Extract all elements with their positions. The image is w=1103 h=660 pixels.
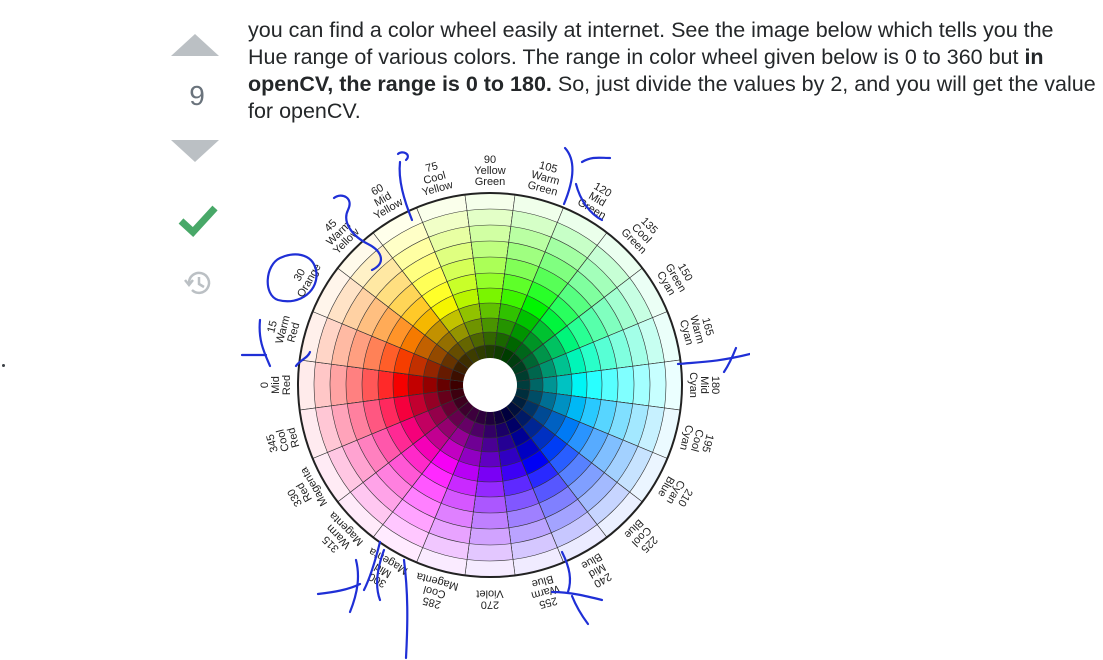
wheel-label-180: 180MidCyan xyxy=(687,372,721,398)
answer-text-part1: you can find a color wheel easily at int… xyxy=(248,18,1054,69)
downvote-arrow-icon[interactable] xyxy=(171,140,219,162)
wheel-label-195: 195CoolCyan xyxy=(677,424,716,454)
wheel-label-240: 240MidBlue xyxy=(579,550,613,590)
annotation-mark-150 xyxy=(676,346,750,374)
wheel-label-165: 165WarmCyan xyxy=(677,314,716,346)
color-wheel-image: 0 Mid Red15WarmRed30Orange45WarmYellow60Mi… xyxy=(240,146,750,660)
wheel-label-90: 90YellowGreen xyxy=(474,154,505,188)
wheel-label-285: 285CoolMagenta xyxy=(414,570,459,611)
wheel-label-0: 0 Mid Red xyxy=(259,375,293,395)
answer-body: you can find a color wheel easily at int… xyxy=(248,17,1098,125)
history-icon[interactable] xyxy=(183,268,213,298)
wheel-label-225: 225CoolBlue xyxy=(621,516,659,554)
wheel-label-name: Cyan xyxy=(687,372,699,398)
wheel-label-105: 105WarmGreen xyxy=(526,159,561,198)
accepted-checkmark-icon xyxy=(178,205,218,237)
stray-dot xyxy=(2,364,5,367)
wheel-label-75: 75CoolYellow xyxy=(421,160,454,198)
wheel-label-270: 270Violet xyxy=(476,588,503,611)
wheel-label-345: 345CoolRed xyxy=(264,426,302,453)
wheel-label-name: Violet xyxy=(476,588,503,600)
vote-count: 9 xyxy=(189,80,205,111)
wheel-label-15: 15WarmRed xyxy=(265,314,302,345)
wheel-label-name: Red xyxy=(281,375,293,395)
wheel-label-name: Green xyxy=(475,176,506,188)
wheel-center-hole xyxy=(463,358,517,412)
wheel-label-30: 30Orange xyxy=(292,262,324,300)
annotation-mark-255 xyxy=(402,558,409,660)
upvote-arrow-icon[interactable] xyxy=(171,34,219,56)
wheel-label-210: 210CyanBlue xyxy=(655,474,695,508)
